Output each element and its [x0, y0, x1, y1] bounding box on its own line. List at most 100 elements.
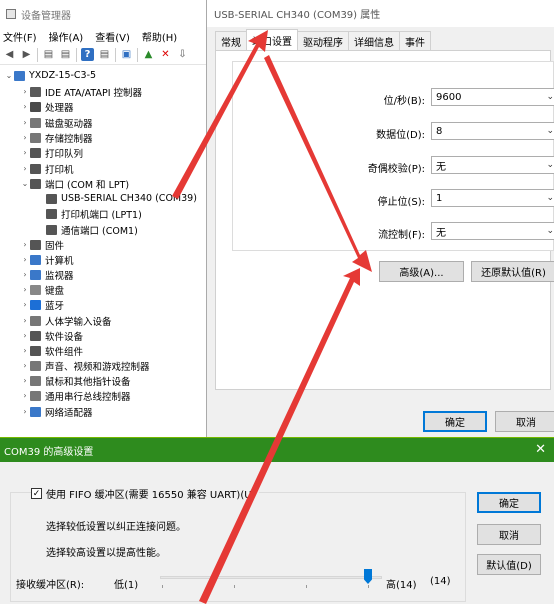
- tree-node[interactable]: › 软件组件: [20, 343, 83, 358]
- tree-node[interactable]: › 蓝牙: [20, 297, 64, 312]
- update-driver-icon[interactable]: ▤: [98, 48, 111, 61]
- menu-action[interactable]: 操作(A): [49, 29, 84, 44]
- adv-ok-button[interactable]: 确定: [477, 492, 541, 513]
- tree-node-label: 计算机: [45, 255, 74, 267]
- adv-cancel-button[interactable]: 取消: [477, 524, 541, 545]
- field-row-data-bits: 数据位(D): 8 ⌄: [233, 122, 554, 142]
- chevron-right-icon[interactable]: ›: [20, 300, 30, 309]
- toolbar-separator: [115, 47, 116, 62]
- chevron-right-icon[interactable]: ›: [20, 407, 30, 416]
- tree-node[interactable]: › 人体学输入设备: [20, 313, 112, 328]
- chevron-right-icon[interactable]: ›: [20, 346, 30, 355]
- chevron-down-icon[interactable]: ⌄: [4, 71, 14, 80]
- tree-node[interactable]: › 监视器: [20, 267, 74, 282]
- tab-driver[interactable]: 驱动程序: [297, 31, 349, 50]
- props-ok-button[interactable]: 确定: [423, 411, 487, 432]
- add-driver-icon[interactable]: ▲: [142, 48, 155, 61]
- tree-node[interactable]: › 存储控制器: [20, 130, 93, 145]
- tree-node[interactable]: › 打印机: [20, 161, 74, 176]
- advanced-titlebar: COM39 的高级设置 ✕: [0, 438, 554, 462]
- chevron-right-icon[interactable]: ›: [20, 255, 30, 264]
- chevron-right-icon[interactable]: ›: [20, 164, 30, 173]
- tree-node-label: 端口 (COM 和 LPT): [45, 179, 130, 191]
- fifo-checkbox[interactable]: ✓: [31, 487, 42, 499]
- tree-node[interactable]: › 磁盘驱动器: [20, 115, 93, 130]
- chevron-right-icon[interactable]: ›: [20, 118, 30, 127]
- chevron-right-icon[interactable]: ›: [20, 331, 30, 340]
- tree-node[interactable]: › 计算机: [20, 252, 74, 267]
- menu-file[interactable]: 文件(F): [3, 29, 37, 44]
- chevron-right-icon[interactable]: ›: [20, 133, 30, 142]
- close-icon[interactable]: ✕: [535, 442, 546, 457]
- stop-bits-select[interactable]: 1 ⌄: [431, 189, 554, 207]
- parity-select[interactable]: 无 ⌄: [431, 156, 554, 174]
- uninstall-x-icon[interactable]: ✕: [159, 48, 172, 61]
- data-bits-value: 8: [436, 125, 443, 137]
- slider-tick: [162, 585, 163, 588]
- adv-default-button[interactable]: 默认值(D): [477, 554, 541, 575]
- menu-help[interactable]: 帮助(H): [142, 29, 177, 44]
- tree-node[interactable]: › 网络适配器: [20, 404, 93, 419]
- chevron-right-icon[interactable]: ›: [20, 240, 30, 249]
- chevron-right-icon[interactable]: ›: [20, 87, 30, 96]
- tree-node[interactable]: › IDE ATA/ATAPI 控制器: [20, 84, 142, 99]
- data-bits-select[interactable]: 8 ⌄: [431, 122, 554, 140]
- tree-node[interactable]: › 打印队列: [20, 145, 83, 160]
- device-category-icon: [30, 315, 41, 326]
- advanced-button[interactable]: 高级(A)...: [379, 261, 464, 282]
- chevron-right-icon[interactable]: ›: [20, 316, 30, 325]
- parity-label: 奇偶校验(P):: [367, 164, 425, 175]
- tree-node-label: 软件设备: [45, 331, 84, 343]
- properties-sheet-icon[interactable]: ▤: [59, 48, 72, 61]
- flow-control-select[interactable]: 无 ⌄: [431, 222, 554, 240]
- port-fields-group: 位/秒(B): 9600 ⌄ 数据位(D): 8 ⌄ 奇偶校验(P): 无 ⌄ 停止位…: [232, 61, 554, 251]
- tree-node[interactable]: ⌄ 端口 (COM 和 LPT): [20, 176, 129, 191]
- device-category-icon: [30, 163, 41, 174]
- tree-node-label: 蓝牙: [45, 300, 65, 312]
- props-cancel-button[interactable]: 取消: [495, 411, 554, 432]
- tab-details[interactable]: 详细信息: [348, 31, 400, 50]
- slider-high-label: 高(14): [386, 580, 417, 591]
- tree-node-label: 处理器: [45, 102, 74, 114]
- hint-high-text: 选择较高设置以提高性能。: [46, 548, 166, 559]
- chevron-right-icon[interactable]: ›: [20, 148, 30, 157]
- tree-node[interactable]: USB-SERIAL CH340 (COM39): [36, 191, 197, 206]
- tree-node[interactable]: › 通用串行总线控制器: [20, 388, 131, 403]
- device-category-icon: [30, 360, 41, 371]
- device-category-icon: [30, 117, 41, 128]
- show-hide-tree-icon[interactable]: ▤: [42, 48, 55, 61]
- tree-node[interactable]: 通信端口 (COM1): [36, 222, 138, 237]
- chevron-right-icon[interactable]: ›: [20, 270, 30, 279]
- download-arrow-icon[interactable]: ⇩: [176, 48, 189, 61]
- tree-node[interactable]: › 软件设备: [20, 328, 83, 343]
- chevron-right-icon[interactable]: ›: [20, 376, 30, 385]
- tree-node[interactable]: ⌄ YXDZ-15-C3-5: [4, 68, 96, 83]
- tab-events[interactable]: 事件: [399, 31, 431, 50]
- tree-node[interactable]: › 声音、视频和游戏控制器: [20, 358, 150, 373]
- field-row-flow-control: 流控制(F): 无 ⌄: [233, 222, 554, 242]
- tree-node[interactable]: › 键盘: [20, 282, 64, 297]
- back-arrow-icon[interactable]: ◀: [3, 48, 16, 61]
- tree-node[interactable]: › 鼠标和其他指针设备: [20, 373, 131, 388]
- monitor-scan-icon[interactable]: ▣: [120, 48, 133, 61]
- restore-defaults-button[interactable]: 还原默认值(R): [471, 261, 554, 282]
- tree-node[interactable]: › 处理器: [20, 99, 74, 114]
- chevron-right-icon[interactable]: ›: [20, 361, 30, 370]
- tab-general[interactable]: 常规: [215, 31, 247, 50]
- help-icon[interactable]: ?: [81, 48, 94, 61]
- chevron-right-icon[interactable]: ›: [20, 285, 30, 294]
- receive-buffer-slider-track[interactable]: [160, 576, 382, 579]
- tree-node-label: USB-SERIAL CH340 (COM39): [61, 193, 197, 204]
- forward-arrow-icon[interactable]: ▶: [20, 48, 33, 61]
- tree-node[interactable]: › 固件: [20, 237, 64, 252]
- chevron-right-icon[interactable]: ›: [20, 102, 30, 111]
- chevron-down-icon[interactable]: ⌄: [20, 179, 30, 188]
- baud-rate-select[interactable]: 9600 ⌄: [431, 88, 554, 106]
- chevron-right-icon[interactable]: ›: [20, 391, 30, 400]
- tree-node[interactable]: 打印机端口 (LPT1): [36, 206, 142, 221]
- menu-view[interactable]: 查看(V): [95, 29, 130, 44]
- fifo-checkbox-row[interactable]: ✓ 使用 FIFO 缓冲区(需要 16550 兼容 UART)(U): [31, 486, 260, 501]
- chevron-down-icon: ⌄: [546, 92, 554, 102]
- tab-port-settings[interactable]: 端口设置: [246, 29, 298, 50]
- field-row-baud: 位/秒(B): 9600 ⌄: [233, 88, 554, 108]
